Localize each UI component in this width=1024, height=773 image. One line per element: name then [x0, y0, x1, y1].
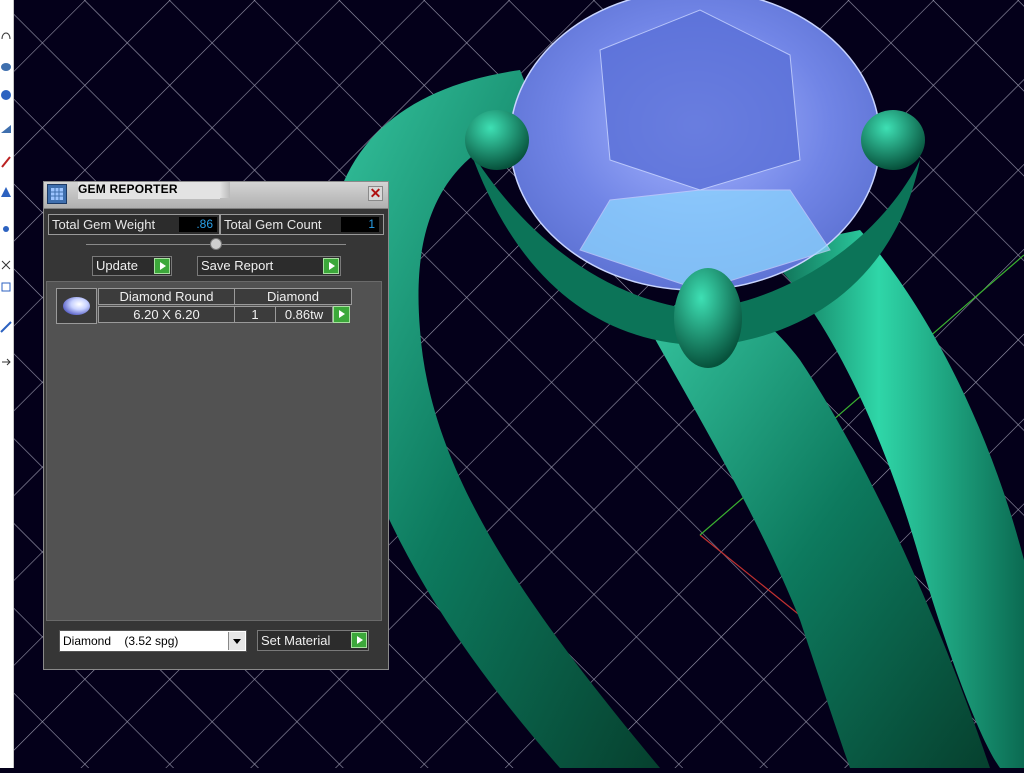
set-material-button[interactable]: Set Material	[257, 630, 369, 651]
gem-count-cell: 1	[234, 306, 276, 323]
shape-tool-icon[interactable]	[0, 122, 12, 134]
gem-thumbnail[interactable]	[56, 288, 97, 324]
round-gem-icon	[63, 297, 90, 315]
total-gem-count-value: 1	[341, 217, 379, 232]
gem-list: Diamond Round Diamond 6.20 X 6.20 1 0.86…	[46, 281, 382, 621]
gem-shape-header: Diamond Round	[98, 288, 235, 305]
chevron-down-icon[interactable]	[228, 632, 245, 650]
gem-reporter-panel: GEM REPORTER ✕ Total Gem Weight .86 Tota…	[43, 181, 389, 670]
total-gem-weight-label: Total Gem Weight	[52, 217, 156, 232]
arrow-tool-icon[interactable]	[0, 355, 12, 367]
close-icon[interactable]: ✕	[368, 186, 383, 201]
point-tool-icon[interactable]	[0, 222, 12, 234]
update-button-label: Update	[96, 258, 138, 273]
curve-tool-icon[interactable]	[0, 28, 12, 40]
play-arrow-icon[interactable]	[154, 258, 170, 274]
square-tool-icon[interactable]	[0, 280, 12, 292]
play-arrow-icon[interactable]	[333, 306, 350, 323]
left-toolbar	[0, 0, 14, 768]
material-bar: Diamond (3.52 spg) Set Material	[46, 623, 386, 667]
pyramid-tool-icon[interactable]	[0, 185, 12, 197]
prong-front	[674, 268, 742, 368]
update-button[interactable]: Update	[92, 256, 172, 276]
save-report-button[interactable]: Save Report	[197, 256, 341, 276]
gem-weight-cell: 0.86tw	[275, 306, 333, 323]
prong-left	[465, 110, 529, 170]
gem-reporter-icon	[47, 184, 67, 204]
set-material-button-label: Set Material	[261, 633, 331, 648]
material-select-value: Diamond (3.52 spg)	[63, 634, 179, 648]
save-report-button-label: Save Report	[201, 258, 274, 273]
line-tool-icon[interactable]	[0, 320, 12, 333]
total-gem-weight-box: Total Gem Weight .86	[48, 214, 220, 235]
sphere-tool-icon[interactable]	[0, 88, 12, 100]
gem-material-header: Diamond	[234, 288, 352, 305]
title-tab-edge	[220, 182, 230, 198]
total-gem-count-label: Total Gem Count	[224, 217, 322, 232]
gem-size-cell: 6.20 X 6.20	[98, 306, 235, 323]
panel-title: GEM REPORTER	[78, 182, 220, 199]
title-bar[interactable]: GEM REPORTER ✕	[44, 182, 388, 209]
prong-right	[861, 110, 925, 170]
slider-thumb[interactable]	[210, 238, 222, 250]
total-gem-weight-value: .86	[179, 217, 217, 232]
pen-tool-icon[interactable]	[0, 155, 12, 168]
node-tool-icon[interactable]	[0, 258, 12, 270]
play-arrow-icon[interactable]	[323, 258, 339, 274]
total-gem-count-box: Total Gem Count 1	[220, 214, 384, 235]
material-select[interactable]: Diamond (3.52 spg)	[59, 630, 247, 652]
ellipse-tool-icon[interactable]	[0, 60, 12, 72]
play-arrow-icon[interactable]	[351, 632, 367, 648]
